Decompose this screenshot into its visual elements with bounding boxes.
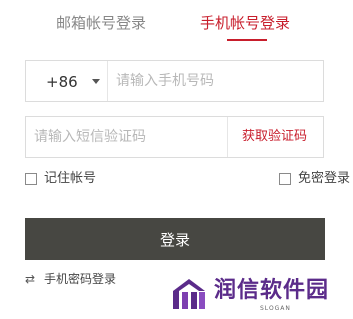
watermark-title: 润信软件园 [214, 278, 330, 303]
phone-number-input[interactable] [116, 70, 316, 92]
auto-login-checkbox[interactable] [279, 173, 291, 185]
field-divider [227, 117, 228, 157]
switch-password-login-link[interactable]: ⇄ 手机密码登录 [25, 271, 116, 288]
field-divider [107, 61, 108, 101]
sms-field-group: 获取验证码 [25, 116, 324, 158]
tab-email-login[interactable]: 邮箱帐号登录 [56, 13, 146, 33]
remember-account-label[interactable]: 记住帐号 [44, 170, 96, 187]
phone-field-group: +86 [25, 60, 324, 102]
watermark-logo-icon [173, 279, 205, 309]
switch-password-login-label: 手机密码登录 [44, 272, 117, 286]
watermark: 润信软件园 SLOGAN [153, 268, 353, 319]
get-code-button[interactable]: 获取验证码 [242, 128, 307, 146]
auto-login-label[interactable]: 免密登录 [298, 170, 350, 187]
remember-account-checkbox[interactable] [25, 173, 37, 185]
watermark-slogan: SLOGAN [260, 305, 291, 312]
active-tab-indicator [227, 39, 267, 41]
tab-phone-login[interactable]: 手机帐号登录 [200, 13, 290, 33]
country-code-select[interactable]: +86 [46, 72, 78, 92]
chevron-down-icon[interactable] [92, 79, 100, 84]
swap-arrows-icon: ⇄ [25, 272, 36, 286]
sms-code-input[interactable] [34, 126, 224, 148]
login-button[interactable]: 登录 [25, 218, 325, 260]
